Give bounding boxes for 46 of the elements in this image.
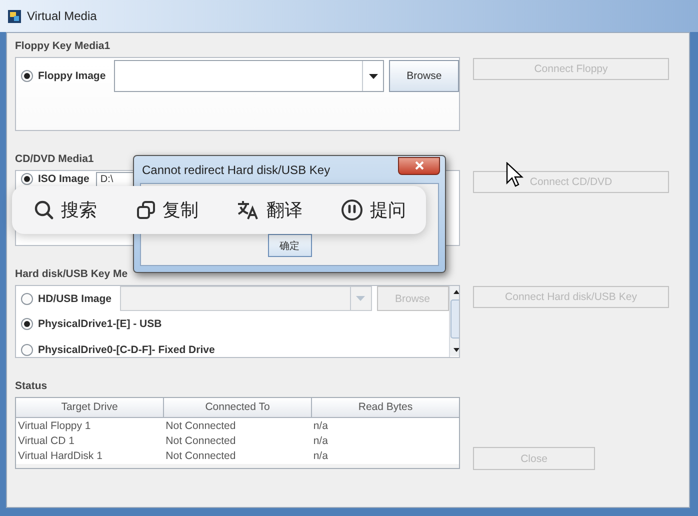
toolbar-button[interactable]: 复制 — [134, 196, 201, 224]
toolbar-button[interactable]: 提问 — [338, 196, 408, 224]
window-title: Virtual Media — [27, 9, 97, 23]
section-title: Hard disk/USB Key Me — [15, 267, 128, 281]
dropdown-arrow-icon — [368, 74, 378, 78]
mouse-cursor-icon — [506, 162, 526, 190]
close-icon — [414, 161, 424, 170]
radio-button[interactable] — [21, 70, 33, 82]
table-cell-text: Virtual Floppy 1 — [17, 419, 92, 434]
app-icon — [8, 10, 21, 22]
toolbar-button[interactable]: 搜索 — [32, 196, 99, 224]
option-label: ISO Image — [38, 173, 90, 185]
table-cell-text: n/a — [312, 434, 329, 449]
close-button[interactable] — [398, 156, 440, 174]
table-cell-text: Not Connected — [164, 449, 237, 464]
image-combo-box[interactable] — [114, 60, 384, 92]
dialog-title: Cannot redirect Hard disk/USB Key — [142, 162, 330, 176]
radio-button[interactable] — [21, 173, 33, 185]
table-cell-text: n/a — [312, 419, 329, 434]
table-cell-text: Virtual HardDisk 1 — [17, 449, 104, 464]
toolbar-button[interactable]: 翻译 — [235, 196, 304, 224]
option-label: PhysicalDrive0-[C-D-F]- Fixed Drive — [38, 344, 215, 356]
radio-button[interactable] — [21, 344, 33, 356]
option-label: Floppy Image — [38, 70, 106, 82]
scrollbar[interactable] — [448, 286, 459, 357]
radio-button[interactable] — [21, 292, 33, 304]
option-label: PhysicalDrive1-[E] - USB — [38, 318, 162, 330]
section-title: Status — [15, 379, 48, 393]
translate-icon — [237, 200, 260, 220]
connect-button[interactable]: Browse — [389, 60, 459, 92]
copy-icon — [136, 200, 156, 220]
section-title: Floppy Key Media1 — [15, 39, 110, 53]
table-cell-text: Not Connected — [164, 434, 237, 449]
column-header[interactable]: Connected To — [164, 398, 312, 417]
option-label: HD/USB Image — [38, 292, 112, 304]
column-header[interactable]: Read Bytes — [312, 398, 459, 417]
column-header[interactable]: Target Drive — [16, 398, 164, 417]
table-cell-text: Not Connected — [164, 419, 237, 434]
radio-button[interactable] — [21, 318, 33, 330]
search-icon — [34, 200, 54, 220]
section-title: CD/DVD Media1 — [15, 152, 94, 166]
dropdown-arrow-icon — [356, 296, 366, 301]
table-cell-text: Virtual CD 1 — [17, 434, 76, 449]
ok-button[interactable]: 确定 — [268, 234, 312, 257]
table-cell-text: n/a — [312, 449, 329, 464]
ask-icon — [340, 199, 363, 221]
